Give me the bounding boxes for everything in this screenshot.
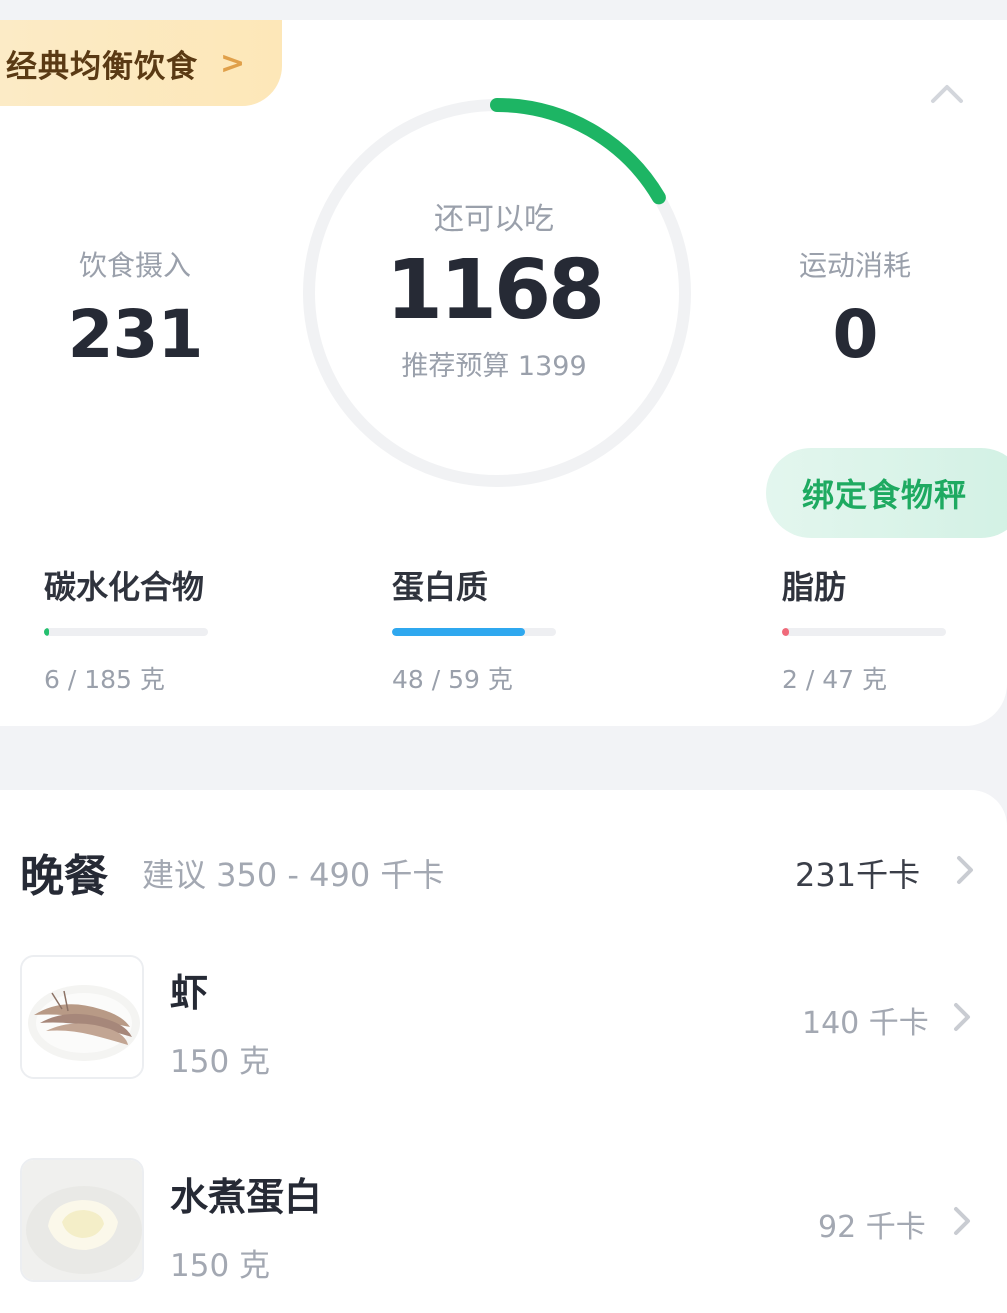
macro-name: 脂肪 xyxy=(782,568,847,606)
burn-value: 0 xyxy=(832,296,879,373)
budget-text: 推荐预算 1399 xyxy=(401,351,587,382)
intake-stat: 饮食摄入 231 xyxy=(48,244,222,373)
macro-amount: 48 / 59 克 xyxy=(392,665,513,694)
food-calories: 140 千卡 xyxy=(802,1006,929,1041)
shrimp-image xyxy=(22,957,142,1077)
food-amount: 150 克 xyxy=(170,1248,271,1284)
macro-progress-track xyxy=(782,628,946,636)
macro-amount: 6 / 185 克 xyxy=(44,665,165,694)
macro-progress-track xyxy=(44,628,208,636)
macro-progress-track xyxy=(392,628,556,636)
remaining-value: 1168 xyxy=(385,243,605,338)
exercise-burn-stat: 运动消耗 0 xyxy=(782,244,928,373)
macro-protein: 蛋白质 48 / 59 克 xyxy=(392,562,582,696)
chevron-right-icon: > xyxy=(220,45,247,81)
bind-food-scale-button[interactable]: 绑定食物秤 xyxy=(766,448,1007,538)
meal-title: 晚餐 xyxy=(20,851,108,902)
macro-progress-fill xyxy=(392,628,525,636)
chevron-right-icon[interactable] xyxy=(952,1001,972,1033)
remaining-calories: 还可以吃 1168 推荐预算 1399 xyxy=(344,194,644,383)
food-calories: 92 千卡 xyxy=(818,1210,926,1245)
food-amount: 150 克 xyxy=(170,1044,271,1080)
shrimp-photo[interactable] xyxy=(20,955,144,1079)
macro-name: 蛋白质 xyxy=(392,568,489,606)
macro-name: 碳水化合物 xyxy=(44,568,205,606)
egg-white-image xyxy=(22,1160,142,1280)
chevron-right-icon[interactable] xyxy=(952,1205,972,1237)
meal-advice: 建议 350 - 490 千卡 xyxy=(142,856,445,894)
chevron-right-icon[interactable] xyxy=(955,854,975,886)
macro-progress-fill xyxy=(782,628,790,636)
macro-fat: 脂肪 2 / 47 克 xyxy=(782,562,972,696)
intake-label: 饮食摄入 xyxy=(78,249,191,282)
diet-plan-tag[interactable]: 经典均衡饮食 > xyxy=(0,20,282,106)
food-name[interactable]: 水煮蛋白 xyxy=(170,1166,322,1221)
meal-total-calories[interactable]: 231千卡 xyxy=(795,850,920,896)
food-name[interactable]: 虾 xyxy=(170,962,208,1017)
chevron-up-icon[interactable] xyxy=(930,82,964,104)
macro-carbs: 碳水化合物 6 / 185 克 xyxy=(44,562,234,696)
diet-plan-label: 经典均衡饮食 xyxy=(6,48,198,85)
burn-label: 运动消耗 xyxy=(798,249,911,282)
intake-value: 231 xyxy=(67,296,204,373)
macro-amount: 2 / 47 克 xyxy=(782,665,887,694)
macro-progress-fill xyxy=(44,628,50,636)
remaining-label: 还可以吃 xyxy=(434,202,554,237)
boiled-egg-white-photo[interactable] xyxy=(20,1158,144,1282)
